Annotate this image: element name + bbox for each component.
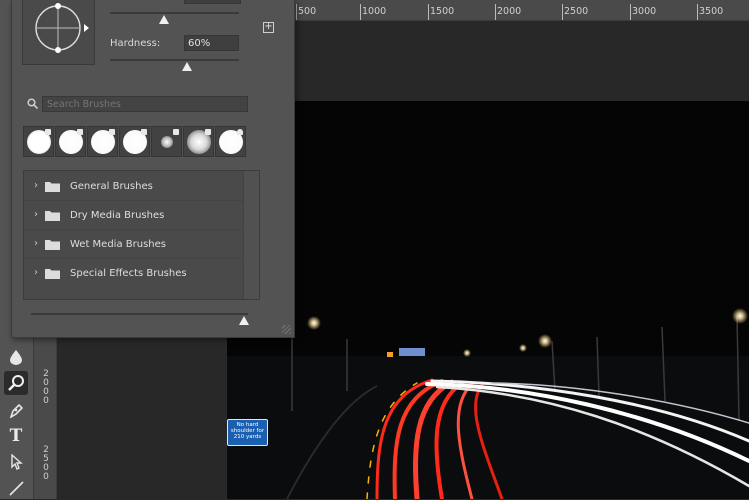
ruler-major-tick xyxy=(562,4,563,20)
zoom-tool-button[interactable] xyxy=(4,371,28,395)
type-tool-icon: T xyxy=(9,426,23,446)
blur-tool-icon xyxy=(10,350,22,365)
horizontal-ruler[interactable]: 500 1000 1500 2000 2500 3000 3500 xyxy=(294,0,749,21)
brush-tip-soft-round[interactable] xyxy=(23,126,54,157)
brush-group-general[interactable]: › General Brushes xyxy=(24,172,244,201)
brush-tip-hard-round[interactable] xyxy=(119,126,150,157)
size-value-field[interactable] xyxy=(184,0,241,4)
line-tool-icon xyxy=(9,481,24,496)
type-tool-button[interactable]: T xyxy=(4,424,28,448)
chevron-right-icon[interactable]: › xyxy=(34,238,38,249)
brush-group-label: General Brushes xyxy=(70,181,153,192)
brush-tip-airbrush-soft[interactable] xyxy=(151,126,182,157)
street-lamp-glow xyxy=(732,308,748,324)
street-lamp-glow xyxy=(307,316,321,330)
ruler-label: 1500 xyxy=(430,6,455,17)
hardness-slider-track[interactable] xyxy=(110,59,239,61)
motorway-road-sign: No hard shoulder for 210 yards xyxy=(227,419,268,446)
ruler-label: 500 xyxy=(298,6,317,17)
brush-angle-roundness-preview[interactable] xyxy=(22,0,95,65)
blur-tool-button[interactable] xyxy=(4,345,28,369)
folder-icon xyxy=(45,240,60,250)
chevron-right-icon[interactable]: › xyxy=(34,209,38,220)
ruler-major-tick xyxy=(428,4,429,20)
hardness-slider-thumb[interactable] xyxy=(182,62,193,71)
folder-icon xyxy=(45,211,60,221)
folder-icon xyxy=(45,182,60,192)
tool-badge-icon xyxy=(205,129,211,135)
path-selection-tool-button[interactable] xyxy=(4,450,28,474)
brush-groups-list: › General Brushes › Dry Media Brushes › … xyxy=(23,170,260,300)
gantry-sign xyxy=(399,348,425,356)
ruler-major-tick xyxy=(697,4,698,20)
ruler-label: 2500 xyxy=(564,6,589,17)
pen-tool-icon xyxy=(9,403,24,418)
preview-size-slider-thumb[interactable] xyxy=(238,316,249,325)
street-lamp-glow xyxy=(538,334,552,348)
ruler-label: 1000 xyxy=(362,6,387,17)
document-canvas-photo[interactable]: No hard shoulder for 210 yards xyxy=(227,101,749,499)
chevron-right-icon[interactable]: › xyxy=(34,180,38,191)
vertical-ruler-digit: 0 xyxy=(43,396,49,406)
motorway-night-photo xyxy=(227,101,749,499)
pressure-badge-icon xyxy=(237,129,243,135)
brush-group-special-effects[interactable]: › Special Effects Brushes xyxy=(24,259,244,287)
sign-text-line: 210 yards xyxy=(233,434,262,440)
street-lamp-glow xyxy=(519,344,527,352)
pen-tool-button[interactable] xyxy=(4,398,28,422)
brush-tip-hard-round-pressure[interactable] xyxy=(215,126,246,157)
brush-tip-preview xyxy=(161,136,173,148)
ruler-major-tick xyxy=(360,4,361,20)
brush-list-scrollbar[interactable] xyxy=(243,171,259,299)
ruler-label: 3000 xyxy=(632,6,657,17)
search-icon xyxy=(27,98,38,109)
path-selection-icon xyxy=(11,454,23,470)
brush-tip-hard-round[interactable] xyxy=(87,126,118,157)
brush-tip-hard-round[interactable] xyxy=(55,126,86,157)
brush-group-label: Dry Media Brushes xyxy=(70,210,165,221)
ruler-major-tick xyxy=(495,4,496,20)
ruler-label: 2000 xyxy=(497,6,522,17)
folder-icon xyxy=(45,269,60,279)
chevron-right-icon[interactable]: › xyxy=(34,267,38,278)
hardness-value-field[interactable]: 60% xyxy=(184,35,239,51)
zoom-tool-icon xyxy=(8,375,24,391)
ruler-label: 3500 xyxy=(699,6,724,17)
size-slider-track[interactable] xyxy=(110,12,239,14)
ruler-major-tick xyxy=(630,4,631,20)
airbrush-badge-icon xyxy=(173,129,179,135)
preview-size-slider-track[interactable] xyxy=(31,313,248,315)
ruler-major-tick xyxy=(296,4,297,20)
size-slider-thumb[interactable] xyxy=(159,15,169,24)
brush-group-dry-media[interactable]: › Dry Media Brushes xyxy=(24,201,244,230)
brush-tip-shape-icon xyxy=(35,3,89,53)
line-tool-button[interactable] xyxy=(4,476,28,500)
hardness-label: Hardness: xyxy=(110,38,161,49)
tool-badge-icon xyxy=(77,129,83,135)
brush-preset-picker: Hardness: 60% + › General Brushes › Dry … xyxy=(11,0,295,338)
brush-tip-soft-round-large[interactable] xyxy=(183,126,214,157)
vertical-ruler-digit: 0 xyxy=(43,472,49,482)
panel-resize-grip[interactable] xyxy=(282,325,291,334)
brush-group-wet-media[interactable]: › Wet Media Brushes xyxy=(24,230,244,259)
recent-brush-tips xyxy=(23,126,247,157)
tool-badge-icon xyxy=(141,129,147,135)
gantry-lamp xyxy=(387,352,393,357)
brush-group-label: Special Effects Brushes xyxy=(70,268,187,279)
brush-group-label: Wet Media Brushes xyxy=(70,239,166,250)
search-brushes-input[interactable] xyxy=(42,96,248,112)
new-preset-button[interactable]: + xyxy=(263,22,274,33)
tool-badge-icon xyxy=(45,129,51,135)
street-lamp-glow xyxy=(463,349,471,357)
tool-badge-icon xyxy=(109,129,115,135)
